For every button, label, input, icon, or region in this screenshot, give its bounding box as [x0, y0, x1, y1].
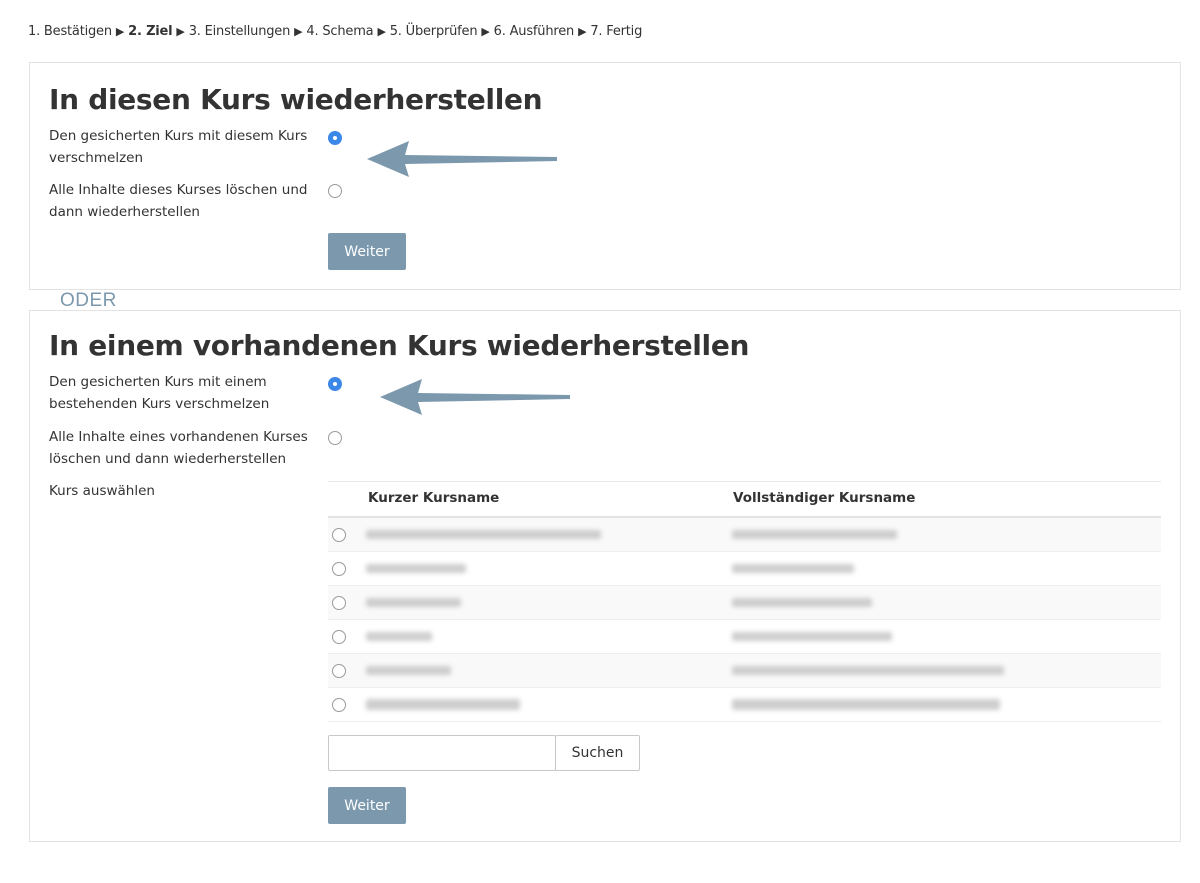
arrow-pointer-icon: [367, 141, 557, 177]
breadcrumb-step-execute: 6. Ausführen: [493, 24, 575, 39]
breadcrumb-separator: ▶: [377, 25, 386, 38]
breadcrumb-step-review: 5. Überprüfen: [389, 24, 478, 39]
table-row[interactable]: [328, 654, 1161, 688]
table-header: Kurzer Kursname Vollständiger Kursname: [328, 481, 1161, 518]
redacted-full-name: [732, 564, 854, 573]
breadcrumb-step-confirm: 1. Bestätigen: [28, 24, 112, 39]
course-radio[interactable]: [332, 528, 346, 542]
continue-button[interactable]: Weiter: [328, 233, 406, 270]
breadcrumb-separator: ▶: [176, 25, 185, 38]
section-title: In diesen Kurs wiederherstellen: [49, 83, 543, 116]
redacted-short-name: [366, 530, 601, 539]
breadcrumb-separator: ▶: [481, 25, 490, 38]
breadcrumb-separator: ▶: [578, 25, 587, 38]
course-search-input[interactable]: [328, 735, 556, 771]
delete-restore-radio[interactable]: [328, 184, 342, 198]
redacted-short-name: [366, 666, 451, 675]
redacted-short-name: [366, 598, 461, 607]
delete-restore-option-label: Alle Inhalte dieses Kurses löschen und d…: [49, 182, 308, 220]
delete-existing-option-label: Alle Inhalte eines vorhandenen Kurses lö…: [49, 429, 308, 467]
table-row[interactable]: [328, 620, 1161, 654]
course-radio[interactable]: [332, 630, 346, 644]
restore-into-this-course-panel: In diesen Kurs wiederherstellen Den gesi…: [29, 62, 1181, 290]
breadcrumb-separator: ▶: [294, 25, 303, 38]
delete-existing-radio[interactable]: [328, 431, 342, 445]
merge-option-label: Den gesicherten Kurs mit diesem Kurs ver…: [49, 128, 308, 166]
arrow-pointer-icon: [380, 379, 570, 415]
redacted-full-name: [732, 598, 872, 607]
redacted-full-name: [732, 699, 1000, 710]
restore-into-existing-course-panel: In einem vorhandenen Kurs wiederherstell…: [29, 310, 1181, 842]
table-row[interactable]: [328, 518, 1161, 552]
column-full-name: Vollständiger Kursname: [733, 490, 916, 506]
continue-button[interactable]: Weiter: [328, 787, 406, 824]
course-radio[interactable]: [332, 562, 346, 576]
course-radio[interactable]: [332, 698, 346, 712]
course-radio[interactable]: [332, 664, 346, 678]
redacted-full-name: [732, 530, 897, 539]
redacted-short-name: [366, 699, 520, 710]
redacted-full-name: [732, 666, 1004, 675]
search-button[interactable]: Suchen: [555, 735, 640, 771]
course-radio[interactable]: [332, 596, 346, 610]
redacted-full-name: [732, 632, 892, 641]
breadcrumb-step-destination: 2. Ziel: [128, 24, 173, 39]
breadcrumb-step-settings: 3. Einstellungen: [188, 24, 291, 39]
redacted-short-name: [366, 564, 466, 573]
table-row[interactable]: [328, 688, 1161, 722]
column-short-name: Kurzer Kursname: [368, 490, 500, 506]
breadcrumb-step-schema: 4. Schema: [306, 24, 374, 39]
or-separator: ODER: [60, 290, 117, 311]
table-row[interactable]: [328, 586, 1161, 620]
breadcrumb: 1. Bestätigen ▶ 2. Ziel ▶ 3. Einstellungen ▶ 4…: [28, 24, 642, 39]
course-table: Kurzer Kursname Vollständiger Kursname: [328, 481, 1161, 722]
redacted-short-name: [366, 632, 432, 641]
breadcrumb-separator: ▶: [115, 25, 125, 38]
breadcrumb-step-done: 7. Fertig: [590, 24, 643, 39]
select-course-label: Kurs auswählen: [49, 483, 155, 499]
section-title: In einem vorhandenen Kurs wiederherstell…: [49, 329, 750, 362]
merge-radio[interactable]: [328, 131, 342, 145]
merge-existing-radio[interactable]: [328, 377, 342, 391]
merge-existing-option-label: Den gesicherten Kurs mit einem bestehend…: [49, 374, 270, 412]
table-row[interactable]: [328, 552, 1161, 586]
